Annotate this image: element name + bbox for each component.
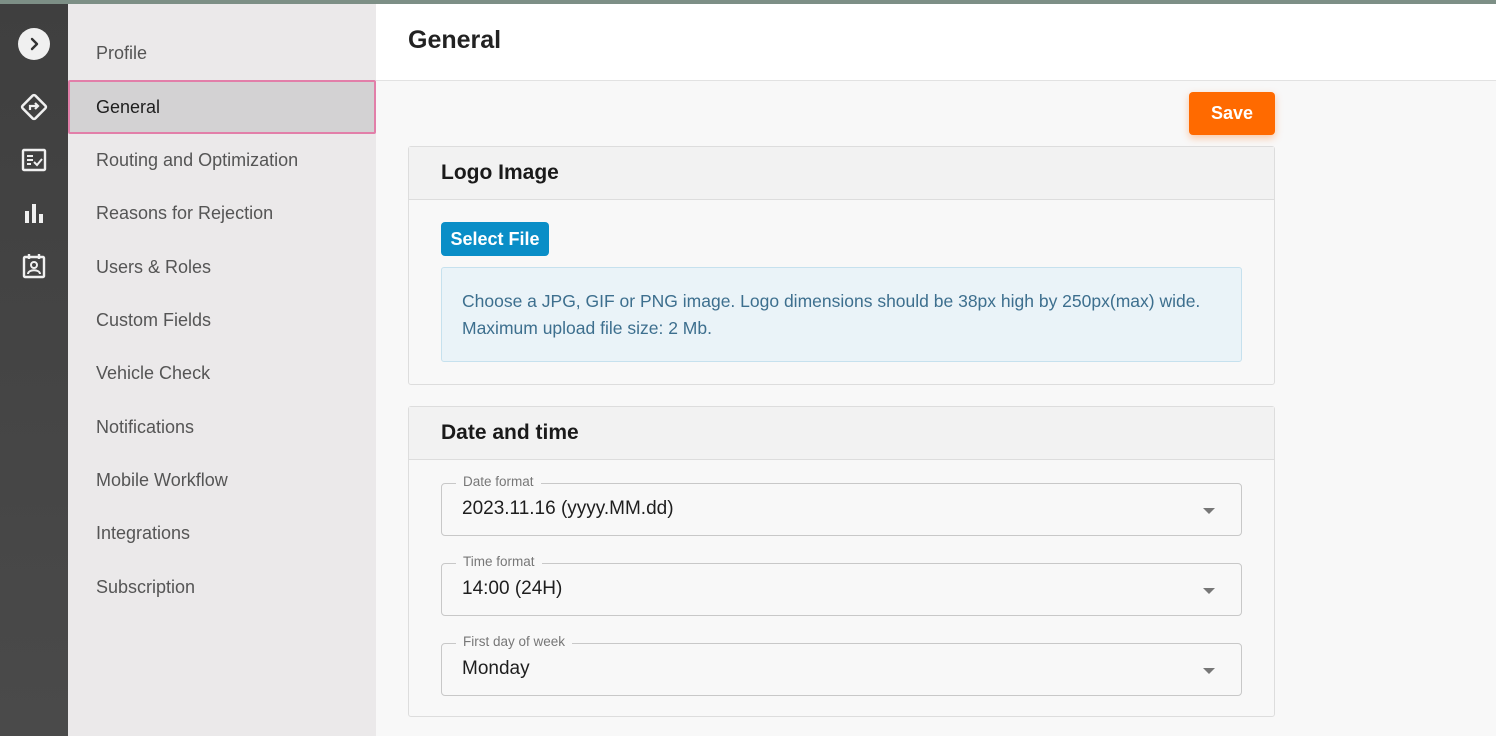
top-accent-line <box>0 0 1496 4</box>
nav-item-label: Notifications <box>96 416 195 437</box>
card-title: Date and time <box>409 407 1274 460</box>
rail-reports-button[interactable] <box>0 193 68 233</box>
nav-item-label: Integrations <box>96 522 191 543</box>
caret-down-icon <box>1203 668 1215 674</box>
checklist-icon <box>21 148 47 172</box>
expand-rail-button[interactable] <box>0 24 68 64</box>
rail-routes-button[interactable] <box>0 87 68 127</box>
nav-item-profile[interactable]: Profile <box>68 26 376 80</box>
nav-item-routing-and-optimization[interactable]: Routing and Optimization <box>68 133 376 187</box>
field-label: Time format <box>456 554 542 569</box>
contact-card-icon <box>22 254 46 279</box>
page-header: General <box>376 4 1496 81</box>
nav-item-label: Routing and Optimization <box>96 149 299 170</box>
logo-image-card: Logo Image Select File Choose a JPG, GIF… <box>408 146 1275 385</box>
field-label: Date format <box>456 474 541 489</box>
date-format-select[interactable]: Date format 2023.11.16 (yyyy.MM.dd) <box>441 474 1242 536</box>
field-value: Monday <box>462 658 530 679</box>
nav-item-reasons-for-rejection[interactable]: Reasons for Rejection <box>68 186 376 240</box>
nav-item-label: Subscription <box>96 576 196 597</box>
nav-item-label: Mobile Workflow <box>96 469 228 490</box>
select-file-button[interactable]: Select File <box>441 222 549 256</box>
nav-item-label: Vehicle Check <box>96 362 211 383</box>
route-sign-icon <box>20 93 48 121</box>
nav-item-label: Profile <box>96 42 148 63</box>
caret-down-icon <box>1203 588 1215 594</box>
nav-item-subscription[interactable]: Subscription <box>68 560 376 614</box>
nav-item-label: Users & Roles <box>96 256 212 277</box>
field-label: First day of week <box>456 634 573 649</box>
time-format-select[interactable]: Time format 14:00 (24H) <box>441 554 1242 616</box>
page-title: General <box>408 26 502 54</box>
first-day-of-week-select[interactable]: First day of week Monday <box>441 634 1242 696</box>
nav-item-notifications[interactable]: Notifications <box>68 400 376 454</box>
nav-item-integrations[interactable]: Integrations <box>68 506 376 560</box>
card-title: Logo Image <box>409 147 1274 200</box>
expand-circle <box>18 28 50 60</box>
nav-item-label: Reasons for Rejection <box>96 202 274 223</box>
date-and-time-card: Date and time Date format 2023.11.16 (yy… <box>408 406 1275 717</box>
bar-chart-icon <box>25 204 43 223</box>
nav-item-vehicle-check[interactable]: Vehicle Check <box>68 346 376 400</box>
chevron-right-icon <box>30 37 39 51</box>
upload-info-box: Choose a JPG, GIF or PNG image. Logo dim… <box>441 267 1242 362</box>
nav-item-custom-fields[interactable]: Custom Fields <box>68 293 376 347</box>
rail-tasks-button[interactable] <box>0 140 68 180</box>
nav-item-general[interactable]: General <box>68 80 376 134</box>
icon-rail <box>0 4 68 736</box>
settings-nav: Profile General Routing and Optimization… <box>68 4 376 736</box>
field-value: 14:00 (24H) <box>462 578 563 599</box>
rail-contacts-button[interactable] <box>0 246 68 286</box>
save-button[interactable]: Save <box>1189 92 1275 135</box>
nav-item-label: General <box>96 96 161 117</box>
nav-item-label: Custom Fields <box>96 309 212 330</box>
nav-item-users-and-roles[interactable]: Users & Roles <box>68 240 376 294</box>
nav-item-mobile-workflow[interactable]: Mobile Workflow <box>68 453 376 507</box>
caret-down-icon <box>1203 508 1215 514</box>
field-value: 2023.11.16 (yyyy.MM.dd) <box>462 498 674 519</box>
